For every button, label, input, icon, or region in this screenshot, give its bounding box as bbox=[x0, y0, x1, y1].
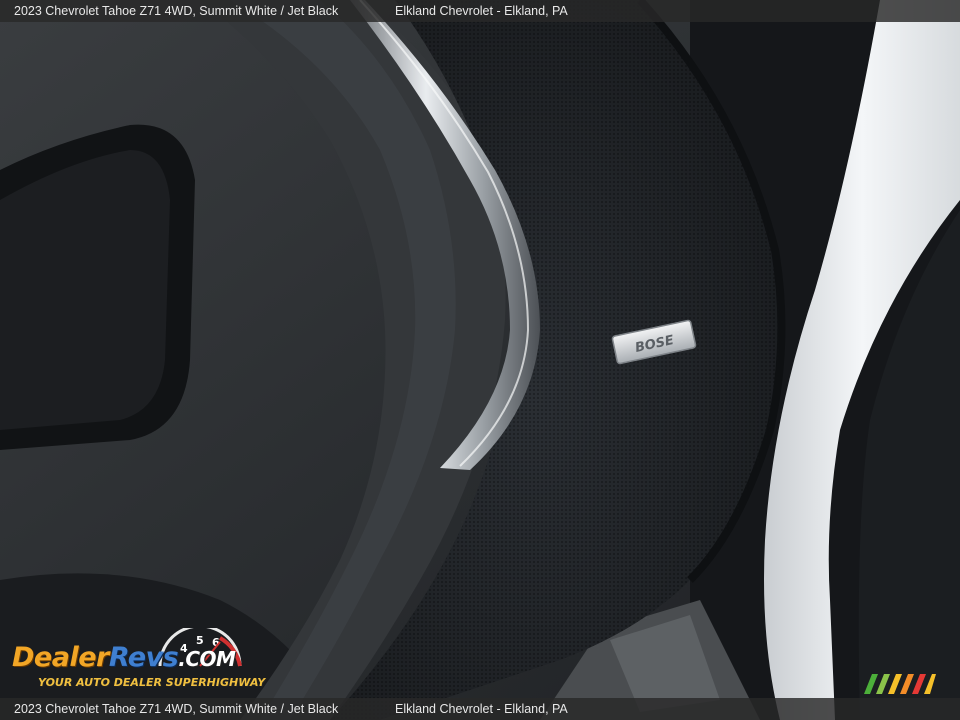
logo-wordmark: DealerRevs.COM bbox=[12, 642, 236, 673]
caption-bar-top: 2023 Chevrolet Tahoe Z71 4WD, Summit Whi… bbox=[0, 0, 960, 22]
door-panel-photo bbox=[0, 0, 960, 720]
logo-tagline: YOUR AUTO DEALER SUPERHIGHWAY bbox=[38, 676, 266, 689]
bose-badge: BOSE bbox=[611, 319, 697, 365]
caption-bar-bottom: 2023 Chevrolet Tahoe Z71 4WD, Summit Whi… bbox=[0, 698, 960, 720]
logo-word-revs: Revs bbox=[108, 642, 179, 673]
stripes-logo-icon bbox=[864, 674, 936, 694]
logo-word-dealer: Dealer bbox=[12, 642, 109, 673]
dealerrevs-logo: 4 5 6 DealerRevs.COM YOUR AUTO DEALER SU… bbox=[10, 628, 270, 694]
logo-word-com: .COM bbox=[178, 647, 236, 671]
caption-dealer-top: Elkland Chevrolet - Elkland, PA bbox=[395, 4, 568, 18]
caption-vehicle-top: 2023 Chevrolet Tahoe Z71 4WD, Summit Whi… bbox=[14, 4, 339, 18]
caption-dealer-bottom: Elkland Chevrolet - Elkland, PA bbox=[395, 702, 568, 716]
caption-vehicle-bottom: 2023 Chevrolet Tahoe Z71 4WD, Summit Whi… bbox=[14, 702, 339, 716]
